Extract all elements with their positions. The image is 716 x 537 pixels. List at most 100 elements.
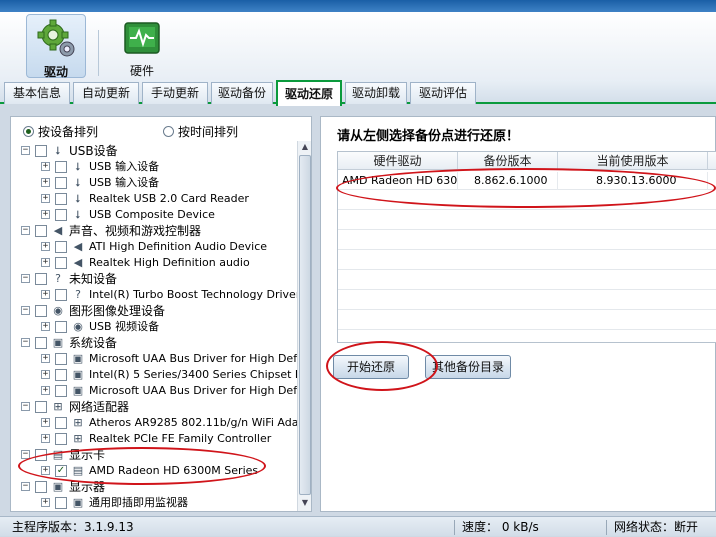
speaker-icon: ◀ — [73, 256, 83, 269]
tab-driver-evaluate[interactable]: 驱动评估 — [410, 82, 476, 104]
tree-checkbox[interactable] — [55, 353, 67, 365]
tree-category[interactable]: − ◉ 图形图像处理设备 — [11, 303, 297, 319]
title-strip — [0, 0, 716, 12]
collapse-toggle[interactable]: − — [21, 482, 30, 491]
driver-toolbar-button[interactable]: 驱动 — [26, 14, 86, 79]
expand-toggle[interactable]: + — [41, 386, 50, 395]
red-annotation-ellipse — [18, 447, 266, 485]
collapse-toggle[interactable]: − — [21, 306, 30, 315]
empty-row — [338, 252, 716, 270]
tree-item-label: 网络适配器 — [69, 400, 130, 414]
tree-device[interactable]: + ▣ Intel(R) 5 Series/3400 Series Chipset … — [11, 367, 297, 383]
unknown-device-icon: ? — [55, 272, 61, 285]
expand-toggle[interactable]: + — [41, 354, 50, 363]
tree-device[interactable]: + ⭣ USB 输入设备 — [11, 159, 297, 175]
tree-checkbox[interactable] — [55, 161, 67, 173]
tree-device[interactable]: +? Intel(R) Turbo Boost Technology Driver — [11, 287, 297, 303]
expand-toggle[interactable]: + — [41, 434, 50, 443]
tab-driver-uninstall[interactable]: 驱动卸载 — [345, 82, 407, 104]
tree-device[interactable]: + ◀ ATI High Definition Audio Device — [11, 239, 297, 255]
tree-checkbox[interactable] — [35, 337, 47, 349]
tree-device[interactable]: + ⭣ USB Composite Device — [11, 207, 297, 223]
collapse-toggle[interactable]: − — [21, 338, 30, 347]
expand-toggle[interactable]: + — [41, 370, 50, 379]
tree-checkbox[interactable] — [55, 497, 67, 509]
speed-text: 速度： 0 kB/s — [462, 520, 539, 534]
tab-auto-update[interactable]: 自动更新 — [73, 82, 139, 104]
monitor-icon: ▣ — [52, 336, 64, 349]
tree-checkbox[interactable] — [55, 289, 67, 301]
expand-toggle[interactable]: + — [41, 178, 50, 187]
scroll-down-arrow[interactable]: ▼ — [300, 498, 310, 510]
expand-toggle[interactable]: + — [41, 194, 50, 203]
tree-device[interactable]: + ◉ USB 视频设备 — [11, 319, 297, 335]
sort-by-device-radio[interactable]: 按设备排列 — [23, 123, 98, 140]
scroll-up-arrow[interactable]: ▲ — [300, 142, 310, 154]
tree-category[interactable]: −? 未知设备 — [11, 271, 297, 287]
collapse-toggle[interactable]: − — [21, 402, 30, 411]
tree-device[interactable]: + ⭣ Realtek USB 2.0 Card Reader — [11, 191, 297, 207]
tree-item-label: 声音、视频和游戏控制器 — [69, 224, 202, 238]
tree-checkbox[interactable] — [35, 305, 47, 317]
expand-toggle[interactable]: + — [41, 162, 50, 171]
tree-checkbox[interactable] — [55, 241, 67, 253]
tree-device[interactable]: + ⭣ USB 输入设备 — [11, 175, 297, 191]
tab-driver-backup[interactable]: 驱动备份 — [211, 82, 273, 104]
tree-checkbox[interactable] — [35, 481, 47, 493]
expand-toggle[interactable]: + — [41, 242, 50, 251]
tree-category[interactable]: − ◀ 声音、视频和游戏控制器 — [11, 223, 297, 239]
collapse-toggle[interactable]: − — [21, 146, 30, 155]
tree-category[interactable]: − ▣ 系统设备 — [11, 335, 297, 351]
unknown-device-icon: ? — [75, 288, 81, 301]
expand-toggle[interactable]: + — [41, 498, 50, 507]
expand-toggle[interactable]: + — [41, 418, 50, 427]
tree-checkbox[interactable] — [35, 145, 47, 157]
tree-category[interactable]: − ⊞ 网络适配器 — [11, 399, 297, 415]
tab-driver-restore[interactable]: 驱动还原 — [276, 80, 342, 106]
usb-icon: ⭣ — [75, 208, 81, 221]
expand-toggle[interactable]: + — [41, 210, 50, 219]
scrollbar-thumb[interactable] — [299, 155, 311, 495]
tree-checkbox[interactable] — [55, 193, 67, 205]
expand-toggle[interactable]: + — [41, 322, 50, 331]
tree-checkbox[interactable] — [55, 369, 67, 381]
tree-device[interactable]: + ⊞ Atheros AR9285 802.11b/g/n WiFi Adapte… — [11, 415, 297, 431]
expand-toggle[interactable]: + — [41, 258, 50, 267]
col-hardware-driver[interactable]: 硬件驱动 — [338, 152, 458, 170]
red-annotation-ellipse — [336, 168, 716, 208]
tree-device[interactable]: + ▣ Microsoft UAA Bus Driver for High Defi… — [11, 351, 297, 367]
tab-basic-info[interactable]: 基本信息 — [4, 82, 70, 104]
tree-checkbox[interactable] — [55, 433, 67, 445]
tree-checkbox[interactable] — [55, 321, 67, 333]
tree-item-label: Microsoft UAA Bus Driver for High Defini… — [89, 384, 297, 397]
hardware-toolbar-button[interactable]: 硬件 — [112, 14, 172, 78]
tree-item-label: Atheros AR9285 802.11b/g/n WiFi Adapter — [89, 416, 297, 429]
tree-checkbox[interactable] — [55, 417, 67, 429]
expand-toggle[interactable]: + — [41, 290, 50, 299]
tab-manual-update[interactable]: 手动更新 — [142, 82, 208, 104]
status-divider — [606, 520, 607, 535]
tree-checkbox[interactable] — [35, 225, 47, 237]
tree-item-label: Intel(R) Turbo Boost Technology Driver — [89, 288, 297, 301]
tree-device[interactable]: + ⊞ Realtek PCIe FE Family Controller — [11, 431, 297, 447]
tree-category[interactable]: − ⭣ USB设备 — [11, 143, 297, 159]
tree-item-label: USB 输入设备 — [89, 160, 160, 173]
tree-checkbox[interactable] — [35, 273, 47, 285]
tree-checkbox[interactable] — [55, 209, 67, 221]
tree-item-label: Realtek High Definition audio — [89, 256, 250, 269]
sort-by-time-label: 按时间排列 — [178, 125, 239, 139]
tree-checkbox[interactable] — [55, 385, 67, 397]
col-current-version[interactable]: 当前使用版本 — [558, 152, 708, 170]
collapse-toggle[interactable]: − — [21, 274, 30, 283]
collapse-toggle[interactable]: − — [21, 226, 30, 235]
monitor-pulse-icon — [124, 22, 160, 54]
tree-scrollbar[interactable]: ▲ ▼ — [297, 141, 311, 511]
sort-by-time-radio[interactable]: 按时间排列 — [163, 123, 238, 140]
tree-checkbox[interactable] — [35, 401, 47, 413]
tree-device[interactable]: + ◀ Realtek High Definition audio — [11, 255, 297, 271]
tree-device[interactable]: + ▣ Microsoft UAA Bus Driver for High Defi… — [11, 383, 297, 399]
tree-checkbox[interactable] — [55, 177, 67, 189]
tree-device[interactable]: + ▣ 通用即插即用监视器 — [11, 495, 297, 511]
tree-checkbox[interactable] — [55, 257, 67, 269]
gear-icon — [37, 19, 75, 57]
